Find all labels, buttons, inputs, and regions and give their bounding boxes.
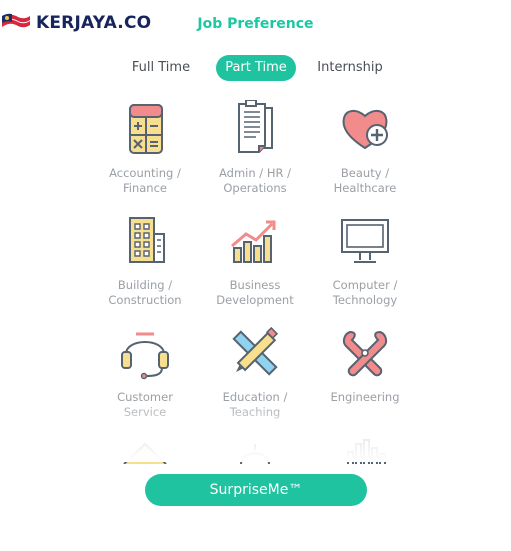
category-label: Customer Service bbox=[117, 390, 173, 419]
category-label: Business Development bbox=[216, 278, 294, 307]
monitor-icon bbox=[341, 219, 389, 263]
bell-icon bbox=[240, 444, 270, 464]
category-label: Beauty / Healthcare bbox=[333, 166, 397, 195]
category-label: Admin / HR / Operations bbox=[218, 166, 291, 195]
building-icon bbox=[129, 217, 165, 263]
category-customer-service[interactable]: Customer Service bbox=[90, 324, 200, 420]
category-label: Accounting / Finance bbox=[109, 166, 181, 195]
pencil-ruler-icon bbox=[232, 326, 279, 376]
category-computer-technology[interactable]: Computer / Technology bbox=[310, 212, 420, 308]
category-label: Education / Teaching bbox=[222, 390, 288, 419]
city-skyline-icon bbox=[347, 439, 386, 464]
tab-internship[interactable]: Internship bbox=[313, 55, 387, 81]
category-beauty-healthcare[interactable]: Beauty / Healthcare bbox=[310, 100, 420, 196]
category-education-teaching[interactable]: Education / Teaching bbox=[200, 324, 310, 420]
page-title: Job Preference bbox=[197, 16, 314, 32]
category-label: Building / Construction bbox=[108, 278, 182, 307]
documents-icon bbox=[238, 100, 273, 153]
surprise-me-button[interactable]: SurpriseMe™ bbox=[145, 474, 367, 506]
category-building-construction[interactable]: Building / Construction bbox=[90, 212, 200, 308]
headset-icon bbox=[121, 332, 169, 380]
tab-part-time[interactable]: Part Time bbox=[216, 55, 296, 81]
category-business-development[interactable]: Business Development bbox=[200, 212, 310, 308]
category-label: Computer / Technology bbox=[332, 278, 398, 307]
tools-icon bbox=[342, 330, 388, 377]
job-type-tabs: Full Time Part Time Internship bbox=[0, 55, 511, 81]
tab-full-time[interactable]: Full Time bbox=[125, 55, 197, 81]
category-label: Engineering bbox=[330, 390, 400, 404]
category-admin-hr-operations[interactable]: Admin / HR / Operations bbox=[200, 100, 310, 196]
calculator-icon bbox=[129, 104, 163, 154]
heart-plus-icon bbox=[342, 110, 388, 150]
category-engineering[interactable]: Engineering bbox=[310, 324, 420, 405]
tent-icon bbox=[123, 442, 167, 464]
category-accounting-finance[interactable]: Accounting / Finance bbox=[90, 100, 200, 196]
growth-chart-icon bbox=[231, 220, 276, 263]
